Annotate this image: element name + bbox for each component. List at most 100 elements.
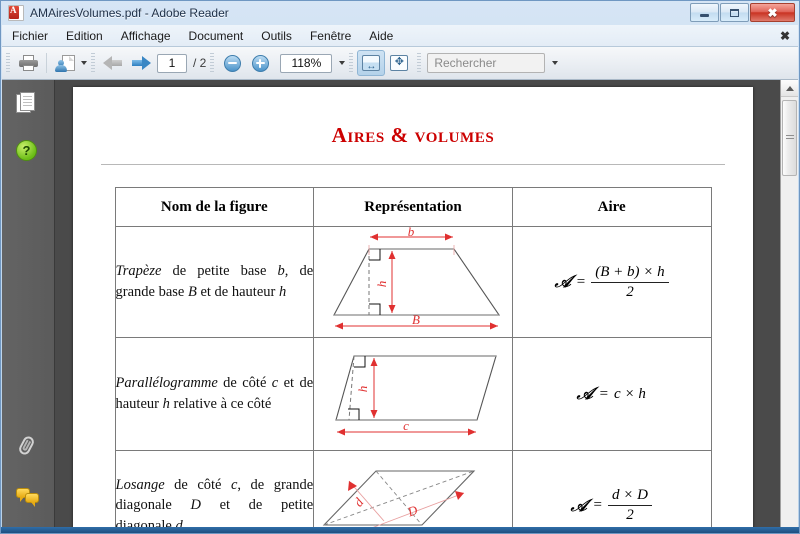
window-title: AMAiresVolumes.pdf - Adobe Reader bbox=[30, 6, 229, 20]
formula-expression: c × h bbox=[614, 385, 646, 402]
menu-outils[interactable]: Outils bbox=[253, 27, 300, 45]
figure-var-b: b bbox=[277, 263, 285, 280]
menu-fichier[interactable]: Fichier bbox=[4, 27, 56, 45]
main-toolbar: 1 / 2 118% Rechercher bbox=[2, 47, 798, 80]
page-title: Aires & volumes bbox=[331, 123, 495, 147]
trapezoid-diagram-icon: b h B bbox=[333, 224, 501, 330]
document-viewer: ? Aires & volumes Nom de la figure Repré… bbox=[2, 80, 798, 532]
formula-losange: 𝒜 = d × D 2 bbox=[570, 487, 652, 524]
attachments-button[interactable] bbox=[16, 435, 40, 459]
svg-text:B: B bbox=[412, 312, 420, 327]
comments-button[interactable] bbox=[16, 487, 40, 511]
sign-button[interactable] bbox=[51, 50, 79, 76]
help-button[interactable]: ? bbox=[16, 140, 40, 164]
fit-width-button[interactable] bbox=[357, 50, 386, 76]
page-total-label: / 2 bbox=[193, 56, 207, 70]
menu-affichage[interactable]: Affichage bbox=[113, 27, 179, 45]
svg-text:d: d bbox=[351, 495, 367, 510]
arrow-right-icon bbox=[131, 55, 151, 71]
figure-name-text-1: de petite base bbox=[161, 263, 278, 280]
figure-name-trapeze: Trapèze de petite base b, de grande base… bbox=[114, 226, 315, 338]
toolbar-grip[interactable] bbox=[6, 53, 10, 73]
figure-name-italic: Losange bbox=[115, 476, 165, 493]
menu-fenetre[interactable]: Fenêtre bbox=[302, 27, 359, 45]
next-page-button[interactable] bbox=[127, 50, 155, 76]
formula-denominator: 2 bbox=[591, 281, 669, 301]
rhombus-diagram-icon: d D bbox=[322, 470, 476, 530]
fit-page-icon bbox=[390, 55, 409, 71]
search-dropdown-chevron-down-icon[interactable] bbox=[552, 61, 559, 65]
toolbar-grip-5[interactable] bbox=[417, 53, 422, 73]
figure-representation-trapeze: b h B bbox=[313, 224, 513, 338]
comments-icon bbox=[16, 487, 40, 507]
fit-page-button[interactable] bbox=[385, 50, 413, 76]
pages-panel-button[interactable] bbox=[16, 92, 40, 116]
chevron-up-icon bbox=[785, 85, 794, 91]
table-row: Losange de côté c, de grande diagonale D… bbox=[114, 450, 712, 532]
figure-var-D: D bbox=[190, 497, 201, 514]
column-header-aire: Aire bbox=[511, 187, 712, 227]
scroll-up-button[interactable] bbox=[781, 80, 798, 97]
figure-representation-parallelogramme: h c bbox=[313, 337, 513, 451]
svg-text:c: c bbox=[403, 418, 409, 433]
zoom-out-button[interactable] bbox=[218, 50, 246, 76]
previous-page-button[interactable] bbox=[99, 50, 127, 76]
close-button[interactable]: ✖ bbox=[750, 3, 795, 22]
zoom-in-button[interactable] bbox=[246, 50, 274, 76]
navigation-pane: ? bbox=[2, 80, 55, 532]
formula-symbol: 𝒜 bbox=[553, 272, 572, 291]
close-icon: ✖ bbox=[767, 5, 778, 20]
formula-equals: = bbox=[599, 385, 609, 402]
page-number-input[interactable]: 1 bbox=[157, 53, 187, 73]
toolbar-grip-3[interactable] bbox=[210, 53, 215, 73]
menu-document[interactable]: Document bbox=[181, 27, 252, 45]
minimize-icon bbox=[700, 14, 709, 17]
paperclip-icon bbox=[16, 435, 38, 457]
minimize-button[interactable] bbox=[690, 3, 719, 22]
zoom-level-input[interactable]: 118% bbox=[280, 53, 333, 73]
window-controls: ✖ bbox=[690, 3, 795, 22]
figure-representation-losange: d D bbox=[313, 450, 513, 532]
vertical-scrollbar[interactable] bbox=[780, 80, 798, 532]
formula-equals: = bbox=[593, 497, 602, 513]
zoom-dropdown-chevron-down-icon[interactable] bbox=[339, 61, 346, 65]
scrollbar-thumb[interactable] bbox=[782, 100, 797, 176]
sign-document-icon bbox=[55, 54, 75, 72]
adobe-reader-window: AMAiresVolumes.pdf - Adobe Reader ✖ Fich… bbox=[0, 0, 800, 534]
page-canvas[interactable]: Aires & volumes Nom de la figure Représe… bbox=[55, 80, 780, 532]
pdf-page: Aires & volumes Nom de la figure Représe… bbox=[73, 87, 753, 532]
formula-numerator: d × D bbox=[611, 487, 648, 503]
sign-dropdown-chevron-down-icon[interactable] bbox=[81, 61, 87, 65]
formula-symbol: 𝒜 bbox=[570, 495, 589, 515]
title-divider bbox=[101, 164, 725, 165]
figure-var-h: h bbox=[162, 396, 170, 412]
title-bar: AMAiresVolumes.pdf - Adobe Reader ✖ bbox=[1, 1, 799, 25]
table-row: Trapèze de petite base b, de grande base… bbox=[114, 224, 712, 338]
figure-name-parallelogramme: Parallélogramme de côté c et de hauteur … bbox=[114, 337, 315, 451]
taskbar-strip bbox=[1, 527, 799, 533]
maximize-button[interactable] bbox=[720, 3, 749, 22]
search-input[interactable]: Rechercher bbox=[427, 53, 546, 73]
zoom-in-icon bbox=[251, 54, 269, 72]
maximize-icon bbox=[730, 8, 739, 17]
figure-name-text-1: de côté bbox=[164, 476, 231, 493]
pdf-document-icon bbox=[8, 5, 24, 21]
formula-fraction: (B + b) × h 2 bbox=[591, 263, 669, 301]
toolbar-grip-2[interactable] bbox=[91, 53, 95, 73]
menu-edition[interactable]: Edition bbox=[58, 27, 111, 45]
figure-name-text-3: relative à ce côté bbox=[169, 396, 272, 412]
print-button[interactable] bbox=[14, 50, 42, 76]
figure-formula-losange: 𝒜 = d × D 2 bbox=[511, 450, 712, 532]
figures-table: Nom de la figure Représentation Aire Tra… bbox=[114, 187, 712, 532]
close-toolbar-icon[interactable]: ✖ bbox=[780, 29, 790, 43]
search-placeholder-label: Rechercher bbox=[434, 56, 497, 70]
scrollbar-grip-icon bbox=[785, 135, 794, 141]
menu-aide[interactable]: Aide bbox=[361, 27, 401, 45]
formula-denominator: 2 bbox=[607, 505, 652, 524]
table-header-row: Nom de la figure Représentation Aire bbox=[114, 187, 712, 227]
formula-numerator: (B + b) × h bbox=[595, 263, 665, 280]
toolbar-grip-4[interactable] bbox=[349, 53, 354, 73]
formula-trapeze: 𝒜 = (B + b) × h 2 bbox=[553, 263, 669, 301]
figure-name-losange: Losange de côté c, de grande diagonale D… bbox=[114, 450, 315, 532]
printer-icon bbox=[18, 55, 38, 71]
